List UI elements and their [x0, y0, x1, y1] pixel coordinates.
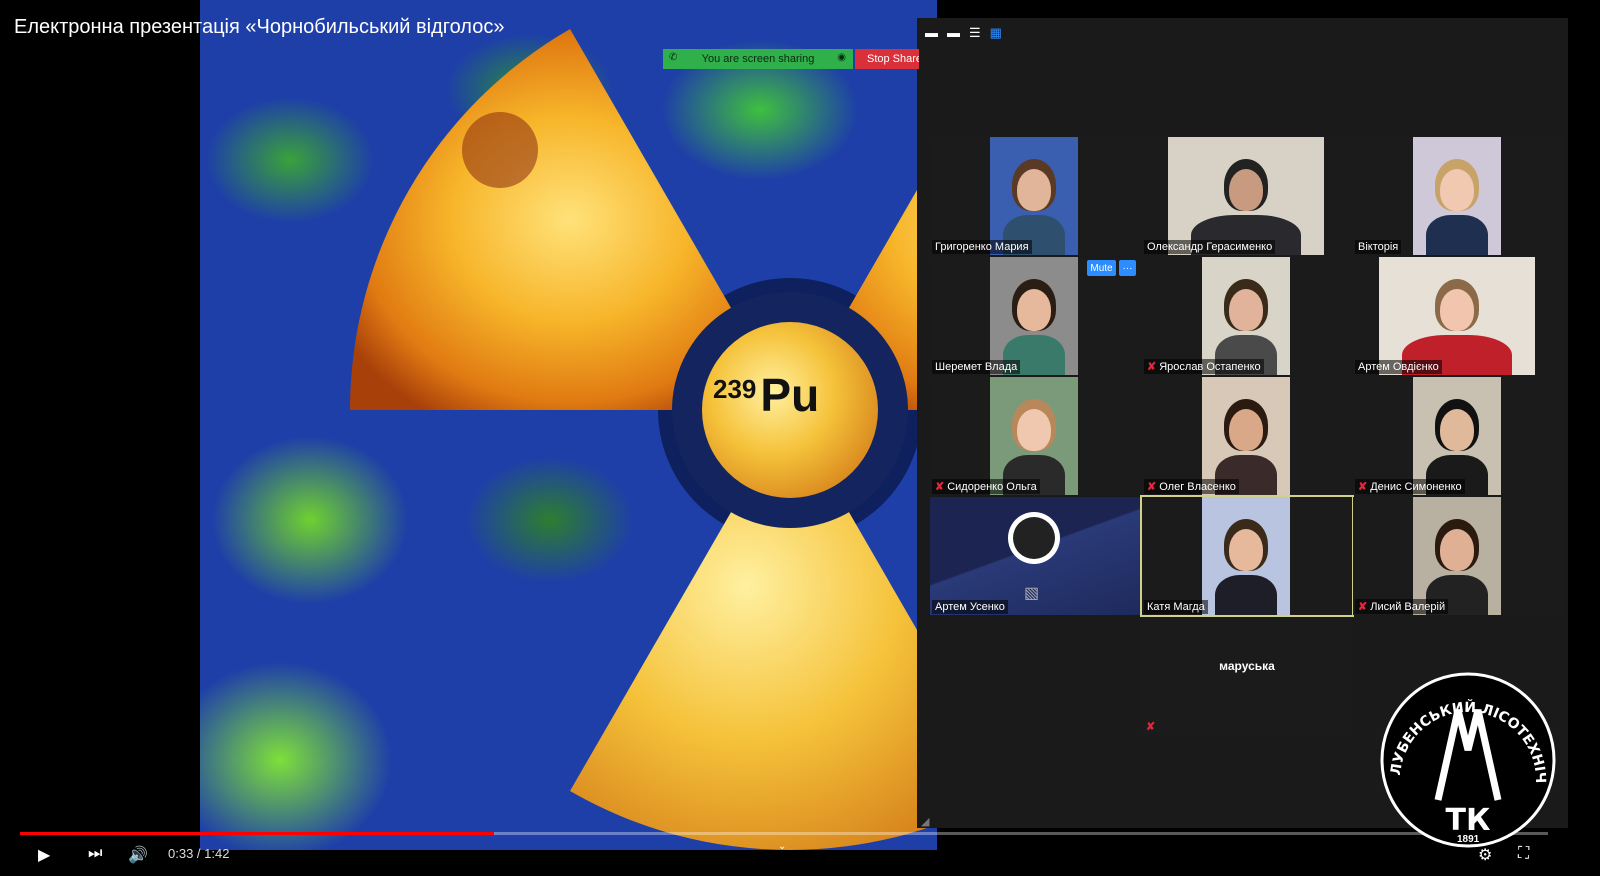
participant-tile[interactable]: маруська ✘ — [1142, 617, 1352, 735]
participant-tile[interactable]: Григоренко Мария — [930, 137, 1140, 255]
participant-video — [990, 257, 1078, 375]
participant-name: Ярослав Остапенко — [1159, 360, 1261, 373]
participant-tile[interactable]: ▧ Артем Усенко — [930, 497, 1140, 615]
participant-tile[interactable]: ✘ Олег Власенко — [1142, 377, 1352, 495]
progress-bar[interactable] — [20, 832, 1548, 835]
mic-muted-icon: ✘ — [1147, 481, 1157, 493]
participant-video — [1413, 137, 1501, 255]
participant-name-tag: Вікторія — [1355, 240, 1402, 254]
presentation-slide: 239Pu — [200, 0, 937, 850]
speaker-view-icon[interactable]: ☰ — [969, 26, 981, 40]
view-controls: ▬ ▬ ☰ ▦ — [925, 26, 1002, 40]
participant-tile[interactable]: ✘ Ярослав Остапенко — [1142, 257, 1352, 375]
college-logo: ЛУБЕНСЬКИЙ ЛІСОТЕХНІЧНИЙ КОЛЕДЖ ТК — [1378, 670, 1556, 848]
participant-name-tag: ✘ Денис Симоненко — [1355, 479, 1465, 494]
participant-name: Олександр Герасименко — [1147, 241, 1273, 253]
participant-tile[interactable]: ✘ Лисий Валерій — [1353, 497, 1563, 615]
stop-share-button[interactable]: Stop Share — [855, 49, 919, 69]
minimize-icon[interactable]: ▬ — [925, 26, 938, 40]
next-icon[interactable]: ⏭ — [88, 845, 102, 863]
more-options-button[interactable]: ··· — [1119, 260, 1136, 276]
mute-button[interactable]: Mute — [1087, 260, 1116, 276]
participant-name: Катя Магда — [1147, 601, 1205, 613]
logo-initials: ТК — [1446, 803, 1491, 838]
obs-logo-icon — [1008, 512, 1060, 564]
participant-name-tag: ✘ Ярослав Остапенко — [1144, 359, 1264, 374]
participant-video — [990, 377, 1078, 495]
radiation-symbol — [350, 29, 937, 850]
participant-name-tag: Олександр Герасименко — [1144, 240, 1276, 254]
isotope-label: 239Pu — [713, 372, 819, 418]
gallery-view-icon[interactable]: ▦ — [990, 26, 1002, 40]
participant-name: Артем Овдієнко — [1358, 361, 1439, 373]
participant-name: Шеремет Влада — [935, 361, 1018, 373]
participant-name-tag: Катя Магда — [1144, 600, 1208, 614]
participant-display-name: маруська — [1219, 659, 1275, 673]
participant-name: Григоренко Мария — [935, 241, 1029, 253]
participant-name-tag: Артем Усенко — [932, 600, 1008, 614]
participant-tile[interactable]: Катя Магда — [1140, 495, 1354, 617]
participant-name: Олег Власенко — [1159, 480, 1236, 493]
resize-grip-icon[interactable]: ◢ — [921, 815, 929, 828]
single-window-icon[interactable]: ▬ — [947, 26, 960, 40]
participant-video — [1202, 257, 1290, 375]
participant-tile[interactable]: Артем Овдієнко — [1353, 257, 1563, 375]
element-symbol: Pu — [760, 369, 820, 421]
participant-name: Лисий Валерій — [1370, 600, 1446, 613]
participant-tile[interactable]: ✘ Сидоренко Ольга — [930, 377, 1140, 495]
participant-name-tag: ✘ Олег Власенко — [1144, 479, 1239, 494]
volume-icon[interactable]: 🔊 — [128, 845, 148, 865]
participant-video — [1413, 377, 1501, 495]
participant-name-tag: Шеремет Влада — [932, 360, 1021, 374]
logo-year: 1891 — [1457, 834, 1480, 845]
video-off-icon: ▧ — [1024, 585, 1040, 602]
participant-video — [1202, 497, 1290, 615]
participant-name-tag: Григоренко Мария — [932, 240, 1032, 254]
letterbox-left — [0, 0, 200, 876]
participant-video — [1413, 497, 1501, 615]
participant-name: Денис Симоненко — [1370, 480, 1462, 493]
participant-tile[interactable]: Вікторія — [1353, 137, 1563, 255]
mic-muted-icon: ✘ — [1358, 481, 1368, 493]
chevron-down-icon[interactable]: ⌄ — [778, 841, 786, 852]
participant-name-tag: ✘ Лисий Валерій — [1355, 599, 1449, 614]
participant-video — [1202, 377, 1290, 495]
participant-tile[interactable]: Олександр Герасименко — [1142, 137, 1352, 255]
participant-name-tag: ✘ Сидоренко Ольга — [932, 479, 1040, 494]
mic-muted-icon: ✘ — [1146, 721, 1156, 733]
video-title: Електронна презентація «Чорнобильський в… — [14, 16, 505, 38]
participant-tile[interactable]: ✘ Денис Симоненко — [1353, 377, 1563, 495]
isotope-mass: 239 — [713, 374, 757, 404]
participant-name: Вікторія — [1358, 241, 1399, 253]
progress-fill — [20, 832, 494, 835]
mic-muted-icon: ✘ — [1147, 361, 1157, 373]
play-icon[interactable]: ▶ — [38, 845, 50, 865]
stop-share-label: Stop Share — [867, 53, 919, 65]
participant-video — [990, 137, 1078, 255]
mic-muted-icon: ✘ — [1358, 601, 1368, 613]
participant-video — [1168, 137, 1324, 255]
screen-sharing-indicator[interactable]: ✆ You are screen sharing ◉ — [663, 49, 853, 69]
participant-name: Сидоренко Ольга — [947, 480, 1037, 493]
share-text: You are screen sharing — [701, 53, 815, 65]
participant-video — [1379, 257, 1535, 375]
phone-icon: ✆ — [669, 52, 678, 63]
shield-icon: ◉ — [837, 52, 846, 63]
video-time: 0:33 / 1:42 — [168, 846, 230, 861]
participant-name-tag: Артем Овдієнко — [1355, 360, 1442, 374]
participant-name: Артем Усенко — [935, 601, 1005, 613]
player-controls: ▶ ⏭ 🔊 ⌄ ⚙ ⛶ — [0, 838, 1600, 876]
mic-muted-icon: ✘ — [935, 481, 945, 493]
